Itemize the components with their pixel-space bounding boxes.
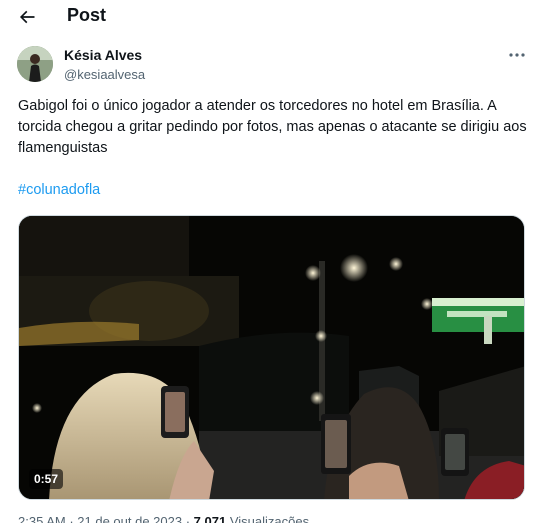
tweet-metadata: 2:35 AM · 21 de out de 2023 · 7.071 Visu… bbox=[18, 514, 309, 523]
tweet-time[interactable]: 2:35 AM bbox=[18, 514, 66, 523]
hashtag-link[interactable]: #colunadofla bbox=[18, 182, 100, 198]
video-thumbnail bbox=[19, 216, 524, 499]
video-duration-badge: 0:57 bbox=[29, 469, 64, 489]
avatar[interactable] bbox=[17, 46, 53, 82]
top-bar: Post bbox=[0, 0, 558, 34]
back-button[interactable] bbox=[14, 4, 40, 30]
more-options-button[interactable] bbox=[506, 44, 528, 66]
views-label: Visualizações bbox=[226, 514, 310, 523]
author-name[interactable]: Késia Alves bbox=[64, 47, 142, 63]
video-player[interactable]: 0:57 bbox=[18, 215, 525, 500]
more-horizontal-icon bbox=[509, 53, 525, 57]
views-count: 7.071 bbox=[193, 514, 227, 523]
tweet-date[interactable]: 21 de out de 2023 bbox=[77, 514, 182, 523]
page-title: Post bbox=[67, 5, 107, 25]
meta-separator: · bbox=[65, 514, 78, 523]
author-handle[interactable]: @kesiaalvesa bbox=[64, 67, 145, 82]
author-row: Késia Alves @kesiaalvesa bbox=[0, 40, 558, 88]
meta-separator: · bbox=[182, 514, 194, 523]
tweet-text: Gabigol foi o único jogador a atender os… bbox=[18, 98, 527, 156]
arrow-left-icon bbox=[19, 10, 35, 24]
